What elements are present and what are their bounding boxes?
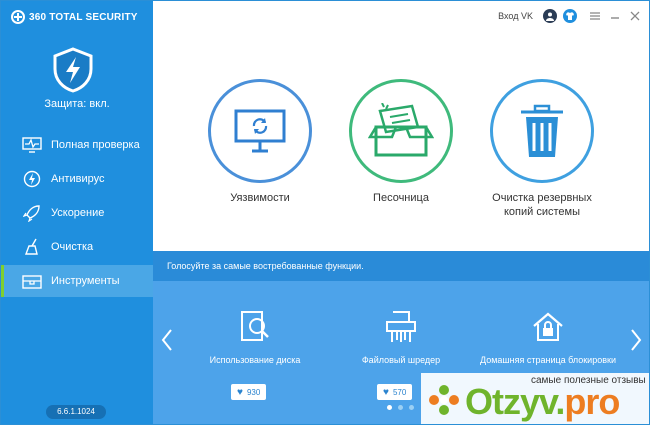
like-count: 930 [246,387,261,397]
disk-usage-icon [241,311,269,341]
sidebar-item-tools[interactable]: Инструменты [1,265,153,297]
protection-status: Защита: вкл. [44,98,110,110]
home-lock-icon [533,312,563,341]
carousel-dot[interactable] [409,405,414,410]
sidebar-item-antivirus[interactable]: Антивирус [1,163,153,195]
tool-sandbox[interactable]: Песочница [347,79,455,205]
shirt-skin-icon[interactable] [563,9,577,23]
feature-label: Файловый шредер [361,355,441,365]
heart-icon: ♥ [383,386,389,398]
watermark-site-a: Otzyv. [465,381,565,422]
like-button-disk-usage[interactable]: ♥ 930 [231,384,267,400]
monitor-pulse-icon [21,136,43,154]
sidebar-item-label: Очистка [51,241,94,253]
carousel-dots [387,405,414,410]
top-bar: Вход VK [153,1,649,31]
feature-file-shredder[interactable]: Файловый шредер [326,309,476,365]
carousel-dot[interactable] [387,405,392,410]
flower-logo-icon [429,385,459,415]
monitor-refresh-icon [234,109,286,153]
heart-icon: ♥ [237,386,243,398]
sandbox-ring [349,79,453,183]
sidebar-item-label: Антивирус [51,173,105,185]
tool-backup-cleanup[interactable]: Очистка резервных копий системы [488,79,596,219]
menu-icon[interactable] [587,8,603,24]
sidebar-item-label: Полная проверка [51,139,140,151]
app-brand: 360 TOTAL SECURITY [11,9,138,25]
sandbox-box-icon [368,103,434,157]
sidebar: 360 TOTAL SECURITY Защита: вкл. Полная п… [1,1,153,424]
shield-icon [53,47,93,93]
sidebar-item-full-scan[interactable]: Полная проверка [1,129,153,161]
app-title: 360 TOTAL SECURITY [29,11,138,23]
feature-label: Домашняя страница блокировки [480,355,616,365]
user-avatar-icon[interactable] [543,9,557,23]
watermark-site-b: pro [564,381,620,422]
bolt-circle-icon [21,170,43,188]
watermark: самые полезные отзывы Otzyv.pro [421,373,649,424]
sidebar-item-label: Инструменты [51,275,120,287]
toolbox-icon [21,272,43,290]
plus-logo-icon [11,10,25,24]
vulnerabilities-ring [208,79,312,183]
tool-label: Очистка резервных копий системы [492,192,592,218]
feature-disk-usage[interactable]: Использование диска [180,309,330,365]
chevron-right-icon[interactable] [628,326,644,354]
sidebar-item-label: Ускорение [51,207,105,219]
shredder-icon [386,311,416,342]
like-button-file-shredder[interactable]: ♥ 570 [377,384,413,400]
like-count: 570 [392,387,407,397]
tool-label: Песочница [373,192,429,204]
version-badge: 6.6.1.1024 [46,405,106,419]
broom-icon [21,238,43,256]
watermark-site: Otzyv.pro [465,381,620,423]
close-icon[interactable] [627,8,643,24]
app-window: 360 TOTAL SECURITY Защита: вкл. Полная п… [0,0,650,425]
minimize-icon[interactable] [607,8,623,24]
trash-bin-icon [521,104,563,157]
feature-label: Использование диска [209,355,301,365]
tool-vulnerabilities[interactable]: Уязвимости [206,79,314,205]
sidebar-item-speedup[interactable]: Ускорение [1,197,153,229]
feature-homepage-lock[interactable]: Домашняя страница блокировки [473,309,623,365]
tool-label: Уязвимости [230,192,290,204]
login-link[interactable]: Вход VK [498,11,533,21]
carousel-dot[interactable] [398,405,403,410]
vote-banner: Голосуйте за самые востребованные функци… [153,251,649,281]
sidebar-item-cleanup[interactable]: Очистка [1,231,153,263]
rocket-icon [21,204,43,222]
chevron-left-icon[interactable] [159,326,175,354]
backup-cleanup-ring [490,79,594,183]
